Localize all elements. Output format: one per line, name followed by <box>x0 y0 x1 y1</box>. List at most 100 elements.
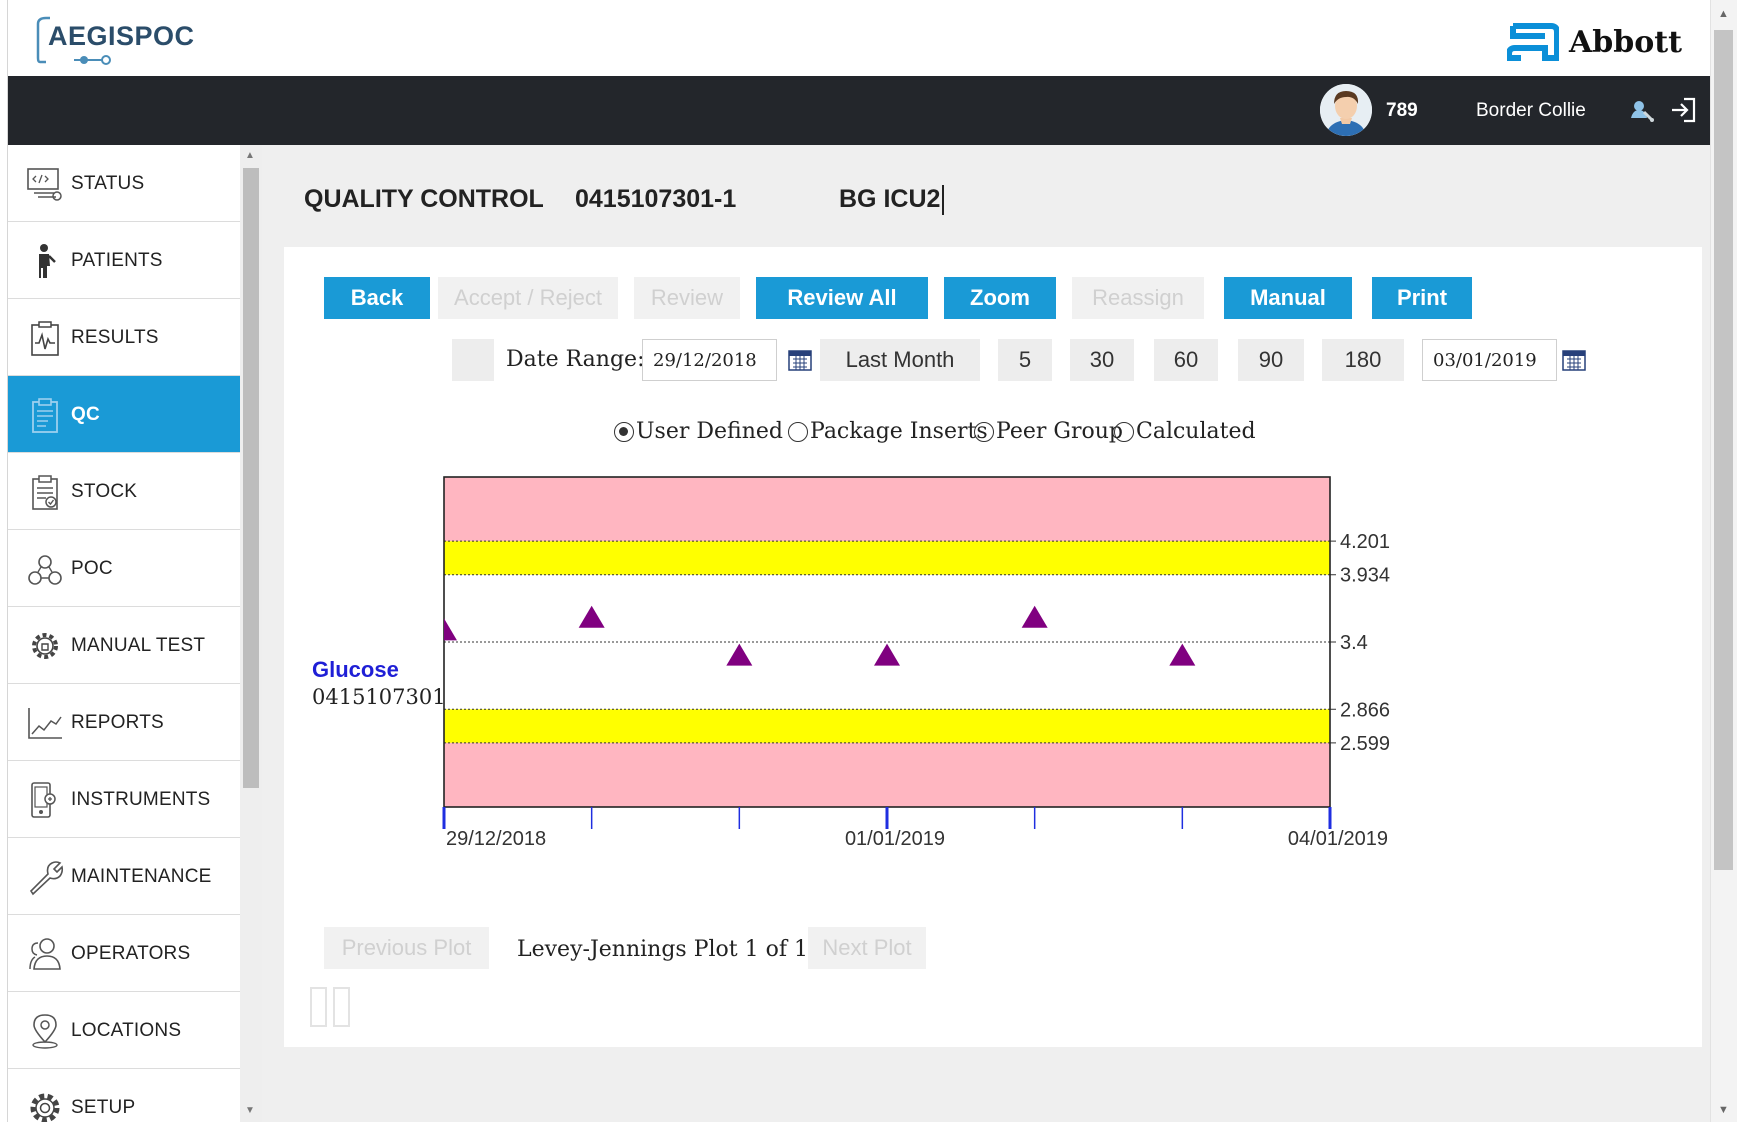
scroll-down-arrow-icon[interactable]: ▼ <box>245 1105 255 1116</box>
sidebar-item-label: QC <box>71 404 100 425</box>
radio-calculated[interactable]: Calculated <box>1114 419 1256 444</box>
sidebar-nav: STATUS PATIENTS RESULTS QC STOCK POC MAN… <box>8 145 240 1122</box>
date-range-toggle[interactable] <box>452 339 494 381</box>
y-tick-label: 4.201 <box>1340 531 1390 553</box>
x-tick-label: 01/01/2019 <box>845 828 945 850</box>
preset-30-button[interactable]: 30 <box>1070 339 1134 381</box>
y-tick-label: 2.866 <box>1340 699 1390 721</box>
radio-dot[interactable] <box>1114 421 1134 442</box>
reports-chart-icon <box>26 704 64 742</box>
y-tick-label: 3.934 <box>1340 565 1390 587</box>
window-scrollbar-thumb[interactable] <box>1714 30 1733 870</box>
scroll-up-arrow-icon[interactable]: ▲ <box>245 150 255 161</box>
sidebar-item-setup[interactable]: SETUP <box>8 1069 240 1122</box>
aegispoc-logo[interactable]: AEGISPOC <box>36 12 216 78</box>
radio-dot[interactable] <box>614 421 634 442</box>
sidebar-item-poc[interactable]: POC <box>8 530 240 607</box>
operators-users-icon <box>26 935 64 973</box>
scroll-up-arrow-icon[interactable]: ▲ <box>1718 8 1729 20</box>
preset-180-button[interactable]: 180 <box>1322 339 1404 381</box>
patient-icon <box>26 242 64 280</box>
main-content: QUALITY CONTROL 0415107301-1 BG ICU2 Bac… <box>262 145 1710 1122</box>
sidebar-item-label: REPORTS <box>71 712 164 733</box>
instruments-device-icon <box>26 781 64 819</box>
sidebar-item-operators[interactable]: OPERATORS <box>8 915 240 992</box>
pause-icon[interactable] <box>310 987 352 1029</box>
review-button[interactable]: Review <box>634 277 740 319</box>
manual-test-gear-icon <box>26 627 64 665</box>
radio-label: Calculated <box>1136 419 1256 444</box>
setup-gear-icon <box>26 1089 64 1122</box>
sidebar-item-label: RESULTS <box>71 327 159 348</box>
window-frame <box>0 0 8 1122</box>
date-range-row: Date Range: 29/12/2018 Last Month 5 30 6… <box>284 339 1702 383</box>
radio-label: User Defined <box>636 419 783 444</box>
radio-label: Peer Group <box>996 419 1123 444</box>
logout-icon[interactable] <box>1670 96 1698 124</box>
logo-text: AEGISPOC <box>48 21 195 51</box>
preset-5-button[interactable]: 5 <box>998 339 1052 381</box>
review-all-button[interactable]: Review All <box>756 277 928 319</box>
y-tick-label: 2.599 <box>1340 733 1390 755</box>
x-tick-label: 04/01/2019 <box>1288 828 1388 850</box>
manual-button[interactable]: Manual <box>1224 277 1352 319</box>
location-pin-icon <box>26 1012 64 1050</box>
sidebar-item-qc[interactable]: QC <box>8 376 240 453</box>
sidebar-item-instruments[interactable]: INSTRUMENTS <box>8 761 240 838</box>
calendar-icon[interactable] <box>1562 349 1586 371</box>
date-from-input[interactable]: 29/12/2018 <box>642 339 777 381</box>
sidebar-item-maintenance[interactable]: MAINTENANCE <box>8 838 240 915</box>
page-lot-number: 0415107301-1 <box>575 185 737 213</box>
page-location-text: BG ICU2 <box>839 185 941 213</box>
sidebar-item-locations[interactable]: LOCATIONS <box>8 992 240 1069</box>
sidebar-item-results[interactable]: RESULTS <box>8 299 240 376</box>
user-id: 789 <box>1386 100 1418 121</box>
sidebar-item-label: LOCATIONS <box>71 1020 182 1041</box>
user-name: Border Collie <box>1476 100 1586 121</box>
radio-dot[interactable] <box>974 421 994 442</box>
sidebar-scrollbar-thumb[interactable] <box>243 168 259 788</box>
zoom-button[interactable]: Zoom <box>944 277 1056 319</box>
qc-clipboard-icon <box>26 396 64 434</box>
abbott-logo: Abbott <box>1507 20 1682 64</box>
app-window: AEGISPOC Abbott 789 Border Collie STATUS… <box>0 0 1737 1122</box>
previous-plot-button[interactable]: Previous Plot <box>324 927 489 969</box>
radio-dot[interactable] <box>788 421 808 442</box>
radio-label: Package Inserts <box>810 419 988 444</box>
page-title-text: QUALITY CONTROL <box>304 185 544 213</box>
control-band-0 <box>444 541 1330 575</box>
control-band-1 <box>444 709 1330 743</box>
qc-panel: Back Accept / Reject Review Review All Z… <box>284 247 1702 1047</box>
sidebar-item-manual-test[interactable]: MANUAL TEST <box>8 607 240 684</box>
text-caret <box>942 185 945 216</box>
sidebar-item-label: PATIENTS <box>71 250 163 271</box>
next-plot-button[interactable]: Next Plot <box>808 927 926 969</box>
radio-package-inserts[interactable]: Package Inserts <box>788 419 988 444</box>
sidebar-item-stock[interactable]: STOCK <box>8 453 240 530</box>
calendar-icon[interactable] <box>788 349 812 371</box>
radio-peer-group[interactable]: Peer Group <box>974 419 1123 444</box>
preset-90-button[interactable]: 90 <box>1238 339 1304 381</box>
user-avatar[interactable] <box>1320 84 1372 136</box>
back-button[interactable]: Back <box>324 277 430 319</box>
sidebar-item-patients[interactable]: PATIENTS <box>8 222 240 299</box>
sidebar-item-label: MANUAL TEST <box>71 635 206 656</box>
control-band-3 <box>444 742 1330 807</box>
user-settings-icon[interactable] <box>1628 96 1656 124</box>
abbott-mark-icon <box>1507 23 1560 61</box>
date-to-input[interactable]: 03/01/2019 <box>1422 339 1557 381</box>
preset-60-button[interactable]: 60 <box>1154 339 1218 381</box>
radio-user-defined[interactable]: User Defined <box>614 419 783 444</box>
maintenance-wrench-icon <box>26 858 64 896</box>
sidebar-item-status[interactable]: STATUS <box>8 145 240 222</box>
reassign-button[interactable]: Reassign <box>1072 277 1204 319</box>
scroll-down-arrow-icon[interactable]: ▼ <box>1718 1104 1729 1116</box>
control-band-2 <box>444 477 1330 542</box>
print-button[interactable]: Print <box>1372 277 1472 319</box>
results-icon <box>26 319 64 357</box>
levey-jennings-chart: 4.201 3.934 3.4 2.866 2.599 29/12/2018 01/01/2… <box>442 476 1390 850</box>
last-month-button[interactable]: Last Month <box>820 339 980 381</box>
sidebar-item-label: MAINTENANCE <box>71 866 212 887</box>
accept-reject-button[interactable]: Accept / Reject <box>438 277 618 319</box>
sidebar-item-reports[interactable]: REPORTS <box>8 684 240 761</box>
